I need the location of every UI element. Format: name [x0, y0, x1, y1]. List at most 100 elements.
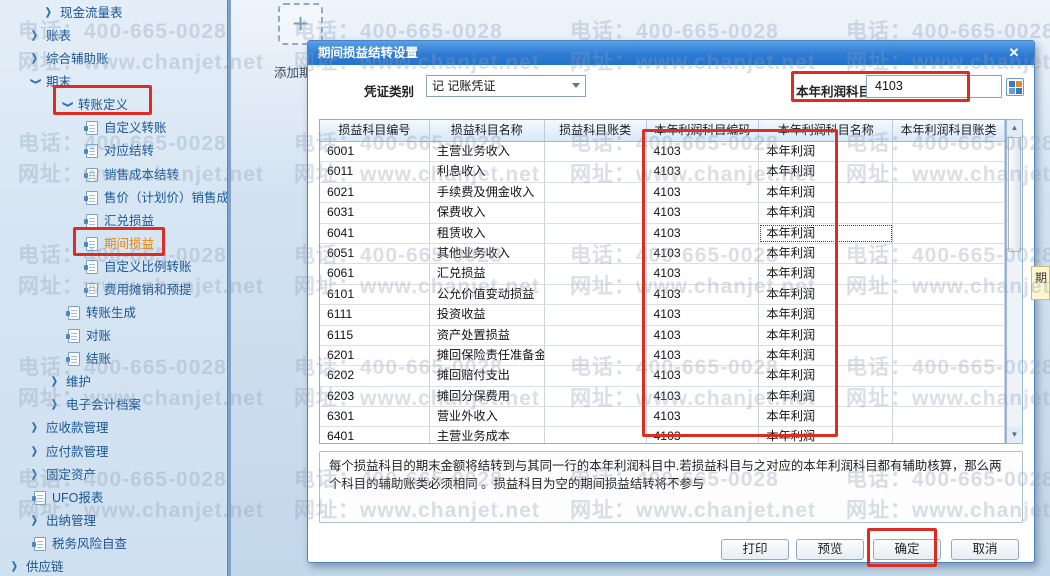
table-cell[interactable]: 6401: [320, 427, 430, 443]
table-cell[interactable]: 主营业务成本: [430, 427, 545, 443]
table-cell[interactable]: 6061: [320, 264, 430, 284]
table-cell[interactable]: 其他业务收入: [430, 243, 545, 264]
table-cell[interactable]: 汇兑损益: [430, 264, 545, 284]
table-cell[interactable]: 4103: [647, 305, 760, 325]
add-transfer-button[interactable]: +: [278, 3, 323, 45]
table-cell[interactable]: 4103: [647, 386, 760, 407]
table-cell[interactable]: 6021: [320, 182, 430, 203]
table-cell[interactable]: 本年利润: [759, 366, 894, 386]
scroll-up-icon[interactable]: ▲: [1007, 120, 1022, 136]
table-cell[interactable]: [545, 366, 647, 386]
table-cell[interactable]: 摊回赔付支出: [430, 366, 545, 386]
table-cell[interactable]: 资产处置损益: [430, 325, 545, 345]
table-cell[interactable]: 投资收益: [430, 305, 545, 325]
table-cell[interactable]: 利息收入: [430, 162, 545, 182]
table-cell[interactable]: 6202: [320, 366, 430, 386]
sidebar-item-20[interactable]: ❯ 固定资产: [30, 464, 96, 486]
sidebar-item-16[interactable]: ❯ 维护: [50, 371, 91, 393]
sidebar-item-23[interactable]: 税务风险自查: [32, 533, 127, 555]
table-cell[interactable]: 4103: [647, 223, 760, 243]
table-cell[interactable]: 本年利润: [759, 162, 894, 182]
table-cell[interactable]: 6111: [320, 305, 430, 325]
scrollbar-thumb[interactable]: [1008, 137, 1021, 252]
dialog-titlebar[interactable]: 期间损益结转设置 ✕: [308, 41, 1034, 65]
table-cell[interactable]: [545, 427, 647, 443]
sidebar-item-9[interactable]: 汇兑损益: [84, 210, 154, 232]
table-cell[interactable]: 6031: [320, 203, 430, 223]
sidebar-item-8[interactable]: 售价（计划价）销售成: [84, 187, 229, 209]
table-cell[interactable]: 4103: [647, 366, 760, 386]
table-cell[interactable]: [545, 264, 647, 284]
table-cell[interactable]: [893, 366, 1005, 386]
table-cell[interactable]: 本年利润: [759, 427, 894, 443]
table-cell[interactable]: 4103: [647, 345, 760, 366]
account-lookup-icon[interactable]: [1006, 78, 1024, 96]
table-cell[interactable]: [545, 325, 647, 345]
table-cell[interactable]: 本年利润: [759, 407, 894, 427]
table-cell[interactable]: [545, 386, 647, 407]
sidebar-item-1[interactable]: ❯ 账表: [30, 25, 71, 47]
table-cell[interactable]: 公允价值变动损益: [430, 284, 545, 305]
table-cell[interactable]: [893, 243, 1005, 264]
table-cell[interactable]: 本年利润: [759, 386, 894, 407]
sidebar-item-15[interactable]: 结账: [66, 348, 111, 370]
table-cell[interactable]: 本年利润: [759, 182, 894, 203]
table-cell[interactable]: 摊回分保费用: [430, 386, 545, 407]
sidebar-item-13[interactable]: 转账生成: [66, 302, 136, 324]
table-cell[interactable]: 4103: [647, 162, 760, 182]
table-scrollbar[interactable]: ▲ ▼: [1006, 119, 1023, 444]
table-cell[interactable]: 4103: [647, 407, 760, 427]
table-cell[interactable]: 4103: [647, 182, 760, 203]
table-cell[interactable]: [545, 162, 647, 182]
preview-button[interactable]: 预览: [796, 539, 864, 560]
table-cell[interactable]: [893, 142, 1005, 162]
table-cell[interactable]: 本年利润: [759, 325, 894, 345]
sidebar-item-4[interactable]: ❯ 转账定义: [62, 94, 128, 116]
table-cell[interactable]: 摊回保险责任准备金: [430, 345, 545, 366]
table-cell[interactable]: [545, 142, 647, 162]
close-icon[interactable]: ✕: [1005, 41, 1023, 65]
table-cell[interactable]: [893, 284, 1005, 305]
table-cell[interactable]: [893, 182, 1005, 203]
table-cell[interactable]: [893, 264, 1005, 284]
table-cell[interactable]: [893, 305, 1005, 325]
table-cell[interactable]: 本年利润: [759, 142, 894, 162]
sidebar-item-10[interactable]: 期间损益: [84, 233, 154, 255]
sidebar-item-12[interactable]: 费用摊销和预提: [84, 279, 192, 301]
sidebar-item-5[interactable]: 自定义转账: [84, 117, 167, 139]
sidebar-item-21[interactable]: UFO报表: [32, 487, 103, 509]
table-cell[interactable]: 本年利润: [759, 243, 894, 264]
scroll-down-icon[interactable]: ▼: [1007, 427, 1022, 443]
sidebar-item-24[interactable]: ❯ 供应链: [10, 556, 64, 576]
table-cell[interactable]: 4103: [647, 243, 760, 264]
table-cell[interactable]: 6011: [320, 162, 430, 182]
cancel-button[interactable]: 取消: [951, 539, 1019, 560]
table-cell[interactable]: 保费收入: [430, 203, 545, 223]
table-cell[interactable]: 4103: [647, 427, 760, 443]
table-cell[interactable]: [545, 305, 647, 325]
table-cell[interactable]: [893, 325, 1005, 345]
table-cell[interactable]: 6201: [320, 345, 430, 366]
table-cell[interactable]: [893, 223, 1005, 243]
table-cell[interactable]: 4103: [647, 325, 760, 345]
table-cell[interactable]: [545, 407, 647, 427]
table-cell[interactable]: 4103: [647, 284, 760, 305]
profit-account-input[interactable]: 4103: [866, 75, 1002, 98]
table-cell[interactable]: [893, 427, 1005, 443]
sidebar-item-18[interactable]: ❯ 应收款管理: [30, 417, 109, 439]
table-cell[interactable]: [893, 386, 1005, 407]
table-cell[interactable]: 6051: [320, 243, 430, 264]
table-cell[interactable]: 主营业务收入: [430, 142, 545, 162]
table-cell[interactable]: 营业外收入: [430, 407, 545, 427]
table-cell[interactable]: [545, 182, 647, 203]
table-cell[interactable]: [545, 345, 647, 366]
sidebar-item-3[interactable]: ❯ 期末: [30, 71, 71, 93]
table-cell[interactable]: [545, 223, 647, 243]
sidebar-item-19[interactable]: ❯ 应付款管理: [30, 441, 109, 463]
table-cell[interactable]: 6041: [320, 223, 430, 243]
table-cell[interactable]: 4103: [647, 264, 760, 284]
table-cell[interactable]: 4103: [647, 142, 760, 162]
table-cell[interactable]: [893, 162, 1005, 182]
ok-button[interactable]: 确定: [873, 539, 941, 560]
table-cell[interactable]: 本年利润: [759, 203, 894, 223]
